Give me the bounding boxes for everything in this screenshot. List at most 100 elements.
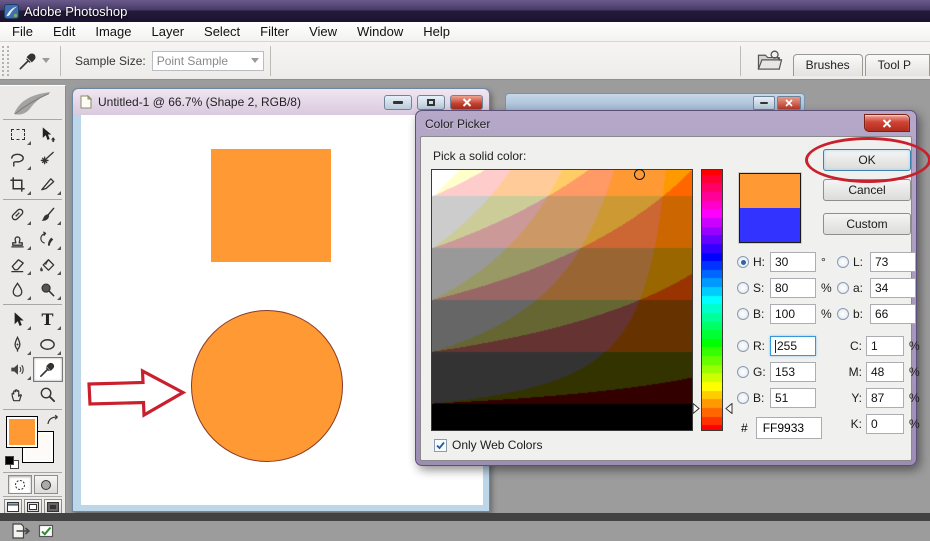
sample-size-dropdown[interactable]: Point Sample xyxy=(151,50,264,71)
menu-item-layer[interactable]: Layer xyxy=(142,23,195,41)
tool-blur[interactable] xyxy=(3,277,33,302)
menu-item-view[interactable]: View xyxy=(299,23,347,41)
tool-path-selection[interactable] xyxy=(3,307,33,332)
options-bar-grip[interactable] xyxy=(2,45,9,76)
value-field-c[interactable]: 1 xyxy=(866,336,904,356)
lab-row-b: b: 66 xyxy=(837,303,916,325)
value-field-b[interactable]: 51 xyxy=(770,388,816,408)
radio-h[interactable] xyxy=(737,256,749,268)
cmyk-row-k: K: 0% xyxy=(845,413,920,435)
channel-label: B: xyxy=(753,391,765,405)
menu-item-help[interactable]: Help xyxy=(413,23,460,41)
separator xyxy=(60,45,61,76)
color-comparison-swatch xyxy=(739,173,801,243)
dialog-body: Pick a solid color: OK Cancel Custom # F… xyxy=(420,136,930,461)
tool-dodge[interactable] xyxy=(33,277,63,302)
tool-pen[interactable] xyxy=(3,332,33,357)
tool-healing-brush[interactable] xyxy=(3,202,33,227)
bg-window-close-button[interactable] xyxy=(777,96,801,110)
tool-brush[interactable] xyxy=(33,202,63,227)
radio-a[interactable] xyxy=(837,282,849,294)
file-browser-icon[interactable] xyxy=(755,48,785,74)
value-field-h[interactable]: 30 xyxy=(770,252,816,272)
doc-close-button[interactable] xyxy=(450,94,483,110)
radio-g[interactable] xyxy=(737,366,749,378)
channel-label: R: xyxy=(753,339,765,353)
tool-rectangular-marquee[interactable] xyxy=(3,122,33,147)
hue-slider[interactable] xyxy=(701,169,723,431)
ok-button[interactable]: OK xyxy=(823,149,911,171)
current-tool-button[interactable] xyxy=(13,48,54,74)
tool-paint-bucket[interactable] xyxy=(33,252,63,277)
palette-tab-brushes[interactable]: Brushes xyxy=(792,54,863,76)
current-color-swatch xyxy=(740,208,800,242)
tool-ellipse-shape[interactable] xyxy=(33,332,63,357)
cmyk-row-y: Y: 87% xyxy=(845,387,920,409)
rgb-row-g: G: 153 xyxy=(737,361,816,383)
palette-tab-tool-presets[interactable]: Tool P xyxy=(864,54,930,76)
tool-audio-annotation[interactable] xyxy=(3,357,33,382)
menu-item-image[interactable]: Image xyxy=(85,23,141,41)
hue-slider-arrow-right-icon[interactable] xyxy=(725,403,733,414)
tool-history-brush[interactable] xyxy=(33,227,63,252)
tool-lasso[interactable] xyxy=(3,147,33,172)
tool-eyedropper[interactable] xyxy=(32,357,63,382)
value-field-a[interactable]: 34 xyxy=(870,278,916,298)
value-field-r[interactable]: 255 xyxy=(770,336,816,356)
value-field-y[interactable]: 87 xyxy=(866,388,904,408)
value-field-s[interactable]: 80 xyxy=(770,278,816,298)
value-field-k[interactable]: 0 xyxy=(866,414,904,434)
tool-magic-wand[interactable] xyxy=(33,147,63,172)
standard-mode-button[interactable] xyxy=(7,475,32,494)
hue-slider-canvas[interactable] xyxy=(702,170,722,430)
hex-field[interactable]: FF9933 xyxy=(755,417,822,439)
tool-clone-stamp[interactable] xyxy=(3,227,33,252)
doc-minimize-button[interactable] xyxy=(384,94,412,110)
menu-item-file[interactable]: File xyxy=(2,23,43,41)
zoom-magnifier-icon xyxy=(38,385,57,404)
menu-item-filter[interactable]: Filter xyxy=(250,23,299,41)
custom-button[interactable]: Custom xyxy=(823,213,911,235)
color-field-canvas[interactable] xyxy=(432,170,692,430)
value-field-m[interactable]: 48 xyxy=(866,362,904,382)
doc-restore-button[interactable] xyxy=(417,94,445,110)
tool-move[interactable] xyxy=(33,122,63,147)
foreground-color-swatch[interactable] xyxy=(5,416,38,448)
dialog-close-button[interactable] xyxy=(864,114,910,132)
swap-colors-icon[interactable] xyxy=(46,414,61,427)
menu-item-edit[interactable]: Edit xyxy=(43,23,85,41)
hue-slider-arrow-left-icon[interactable] xyxy=(692,403,700,414)
unit-label: % xyxy=(821,281,832,295)
imageready-check-icon[interactable] xyxy=(36,521,56,541)
tool-slice[interactable] xyxy=(33,172,63,197)
menu-item-select[interactable]: Select xyxy=(194,23,250,41)
radio-b[interactable] xyxy=(737,308,749,320)
value-field-b[interactable]: 66 xyxy=(870,304,916,324)
quick-mask-mode-button[interactable] xyxy=(33,475,58,494)
value-field-b[interactable]: 100 xyxy=(770,304,816,324)
radio-b[interactable] xyxy=(737,392,749,404)
radio-s[interactable] xyxy=(737,282,749,294)
jump-to-imageready-icon[interactable] xyxy=(10,521,32,541)
menu-item-window[interactable]: Window xyxy=(347,23,413,41)
marquee-icon xyxy=(10,129,25,140)
bg-window-minimize-button[interactable] xyxy=(753,96,775,110)
radio-r[interactable] xyxy=(737,340,749,352)
dialog-title-bar[interactable]: Color Picker xyxy=(416,111,916,136)
default-colors-icon[interactable] xyxy=(4,456,23,470)
separator xyxy=(269,45,271,76)
color-field[interactable] xyxy=(431,169,693,431)
value-field-l[interactable]: 73 xyxy=(870,252,916,272)
radio-l[interactable] xyxy=(837,256,849,268)
tool-hand[interactable] xyxy=(3,382,33,407)
tool-type[interactable]: T xyxy=(33,307,63,332)
cancel-button[interactable]: Cancel xyxy=(823,179,911,201)
tool-crop[interactable] xyxy=(3,172,33,197)
only-web-colors-checkbox[interactable] xyxy=(434,438,447,452)
tool-eraser[interactable] xyxy=(3,252,33,277)
tool-zoom[interactable] xyxy=(33,382,63,407)
value-field-g[interactable]: 153 xyxy=(770,362,816,382)
lasso-icon xyxy=(8,150,27,169)
crop-icon xyxy=(8,175,27,194)
radio-b[interactable] xyxy=(837,308,849,320)
